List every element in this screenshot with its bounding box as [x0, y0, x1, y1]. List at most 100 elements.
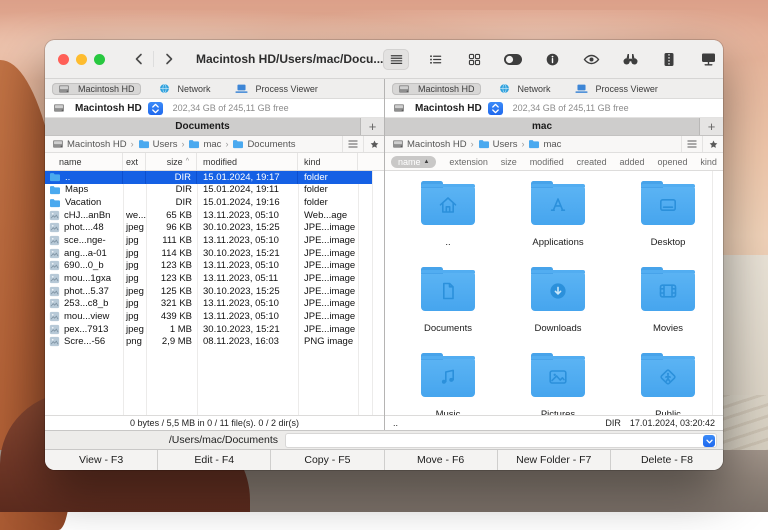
back-button[interactable]: [127, 49, 149, 69]
folder-item-pictures[interactable]: Pictures: [503, 353, 613, 415]
column-header-kind[interactable]: kind: [298, 153, 358, 170]
left-drive-selector[interactable]: [148, 102, 163, 115]
right-pane: Macintosh HD Network Process Viewer Macint…: [384, 79, 723, 430]
image-icon: [49, 248, 60, 259]
file-name: ..: [65, 172, 70, 183]
right-add-tab-button[interactable]: +: [700, 118, 723, 135]
breadcrumb-segment-mac[interactable]: mac: [188, 139, 221, 150]
file-kind: JPE...image: [298, 234, 358, 247]
folder-item-movies[interactable]: Movies: [613, 267, 723, 353]
file-row-phot-48[interactable]: phot....48jpeg96 KB30.10.2023, 15:25JPE.…: [45, 222, 372, 235]
column-header-extension[interactable]: extension: [449, 157, 488, 167]
file-row-253-c8-b[interactable]: 253...c8_bjpg321 KB13.11.2023, 05:10JPE.…: [45, 297, 372, 310]
folder-item-music[interactable]: Music: [393, 353, 503, 415]
folder-item-public[interactable]: Public: [613, 353, 723, 415]
column-header-name[interactable]: name: [45, 153, 123, 170]
info-icon[interactable]: [539, 49, 565, 70]
image-icon: [49, 222, 60, 233]
archive-icon[interactable]: [656, 49, 682, 70]
command-history-dropdown[interactable]: [703, 435, 715, 447]
column-header-added[interactable]: added: [620, 157, 645, 167]
left-history-menu-icon[interactable]: [342, 136, 363, 152]
file-ext: [123, 171, 146, 184]
dual-pane-toggle-icon[interactable]: [500, 49, 526, 70]
folder-item-downloads[interactable]: Downloads: [503, 267, 613, 353]
folder-item-desktop[interactable]: Desktop: [613, 181, 723, 267]
sort-indicator: ^: [186, 158, 189, 165]
zoom-button[interactable]: [94, 54, 105, 65]
file-row-690-0-b[interactable]: 690...0_bjpg123 KB13.11.2023, 05:10JPE..…: [45, 259, 372, 272]
breadcrumb-label: Users: [153, 139, 178, 150]
left-add-tab-button[interactable]: +: [361, 118, 384, 135]
column-header-modified[interactable]: modified: [530, 157, 564, 167]
column-header-size[interactable]: size: [501, 157, 517, 167]
view-button[interactable]: View - F3: [45, 450, 158, 470]
right-history-menu-icon[interactable]: [681, 136, 702, 152]
grid-view-icon[interactable]: [461, 49, 487, 70]
folder-icon: [49, 198, 61, 208]
file-row-sce-nge-[interactable]: sce...nge-jpg111 KB13.11.2023, 05:10JPE.…: [45, 234, 372, 247]
favorite-network[interactable]: Network: [493, 82, 557, 95]
file-size: 114 KB: [146, 247, 197, 260]
tab-documents[interactable]: Documents: [45, 118, 361, 135]
preview-eye-icon[interactable]: [578, 49, 604, 70]
breadcrumb-segment-macintosh-hd[interactable]: Macintosh HD: [392, 139, 467, 150]
file-row--[interactable]: ..DIR15.01.2024, 19:17folder: [45, 171, 372, 184]
folder-item-applications[interactable]: Applications: [503, 181, 613, 267]
close-button[interactable]: [58, 54, 69, 65]
file-row-scre-56[interactable]: Scre...-56png2,9 MB08.11.2023, 16:03PNG …: [45, 335, 372, 348]
file-row-vacation[interactable]: VacationDIR15.01.2024, 19:16folder: [45, 196, 372, 209]
movies-glyph-icon: [656, 279, 680, 303]
file-row-maps[interactable]: MapsDIR15.01.2024, 19:11folder: [45, 184, 372, 197]
command-input[interactable]: [285, 433, 717, 448]
detail-view-icon[interactable]: [422, 49, 448, 70]
forward-button[interactable]: [158, 49, 180, 69]
folder-item-documents[interactable]: Documents: [393, 267, 503, 353]
network-drive-icon[interactable]: [695, 49, 721, 70]
file-row-chj-anbn[interactable]: cHJ...anBnwe...65 KB13.11.2023, 05:10Web…: [45, 209, 372, 222]
image-icon: [49, 260, 60, 271]
edit-button[interactable]: Edit - F4: [158, 450, 271, 470]
favorite-process-viewer[interactable]: Process Viewer: [569, 82, 664, 95]
favorite-macintosh-hd[interactable]: Macintosh HD: [52, 83, 141, 95]
list-view-icon[interactable]: [383, 49, 409, 70]
delete-button[interactable]: Delete - F8: [611, 450, 723, 470]
file-row-phot-5-37[interactable]: phot...5.37jpeg125 KB30.10.2023, 15:25JP…: [45, 285, 372, 298]
left-favorite-star-icon[interactable]: [363, 136, 384, 152]
command-path-label: /Users/mac/Documents: [169, 434, 278, 446]
breadcrumb-segment-documents[interactable]: Documents: [232, 139, 295, 150]
column-header-kind[interactable]: kind: [700, 157, 717, 167]
image-icon: [49, 235, 60, 246]
copy-button[interactable]: Copy - F5: [271, 450, 384, 470]
new-folder-button[interactable]: New Folder - F7: [498, 450, 611, 470]
minimize-button[interactable]: [76, 54, 87, 65]
file-row-pex-7913[interactable]: pex...7913jpeg1 MB30.10.2023, 15:21JPE..…: [45, 323, 372, 336]
file-kind: JPE...image: [298, 222, 358, 235]
file-row-mou-view[interactable]: mou...viewjpg439 KB13.11.2023, 05:10JPE.…: [45, 310, 372, 323]
column-header-ext[interactable]: ext: [123, 153, 146, 170]
column-header-label: created: [577, 157, 607, 167]
breadcrumb-segment-users[interactable]: Users: [478, 139, 518, 150]
move-button[interactable]: Move - F6: [385, 450, 498, 470]
favorite-macintosh-hd[interactable]: Macintosh HD: [392, 83, 481, 95]
favorite-network[interactable]: Network: [153, 82, 217, 95]
favorite-process-viewer[interactable]: Process Viewer: [229, 82, 324, 95]
column-header-size[interactable]: size^: [146, 153, 197, 170]
search-binoculars-icon[interactable]: [617, 49, 643, 70]
file-row-mou-1gxa[interactable]: mou...1gxajpg123 KB13.11.2023, 05:11JPE.…: [45, 272, 372, 285]
folder-item--[interactable]: ..: [393, 181, 503, 267]
breadcrumb-segment-macintosh-hd[interactable]: Macintosh HD: [52, 139, 127, 150]
breadcrumb-segment-users[interactable]: Users: [138, 139, 178, 150]
file-size: DIR: [146, 171, 197, 184]
column-header-label: modified: [203, 157, 237, 167]
column-header-modified[interactable]: modified: [197, 153, 298, 170]
tab-mac[interactable]: mac: [385, 118, 700, 135]
file-row-ang-a-01[interactable]: ang...a-01jpg114 KB30.10.2023, 15:21JPE.…: [45, 247, 372, 260]
right-favorite-star-icon[interactable]: [702, 136, 723, 152]
file-kind: folder: [298, 184, 358, 197]
column-header-opened[interactable]: opened: [657, 157, 687, 167]
column-header-name[interactable]: name▲: [391, 156, 436, 168]
column-header-created[interactable]: created: [577, 157, 607, 167]
right-drive-selector[interactable]: [488, 102, 503, 115]
breadcrumb-segment-mac[interactable]: mac: [528, 139, 561, 150]
